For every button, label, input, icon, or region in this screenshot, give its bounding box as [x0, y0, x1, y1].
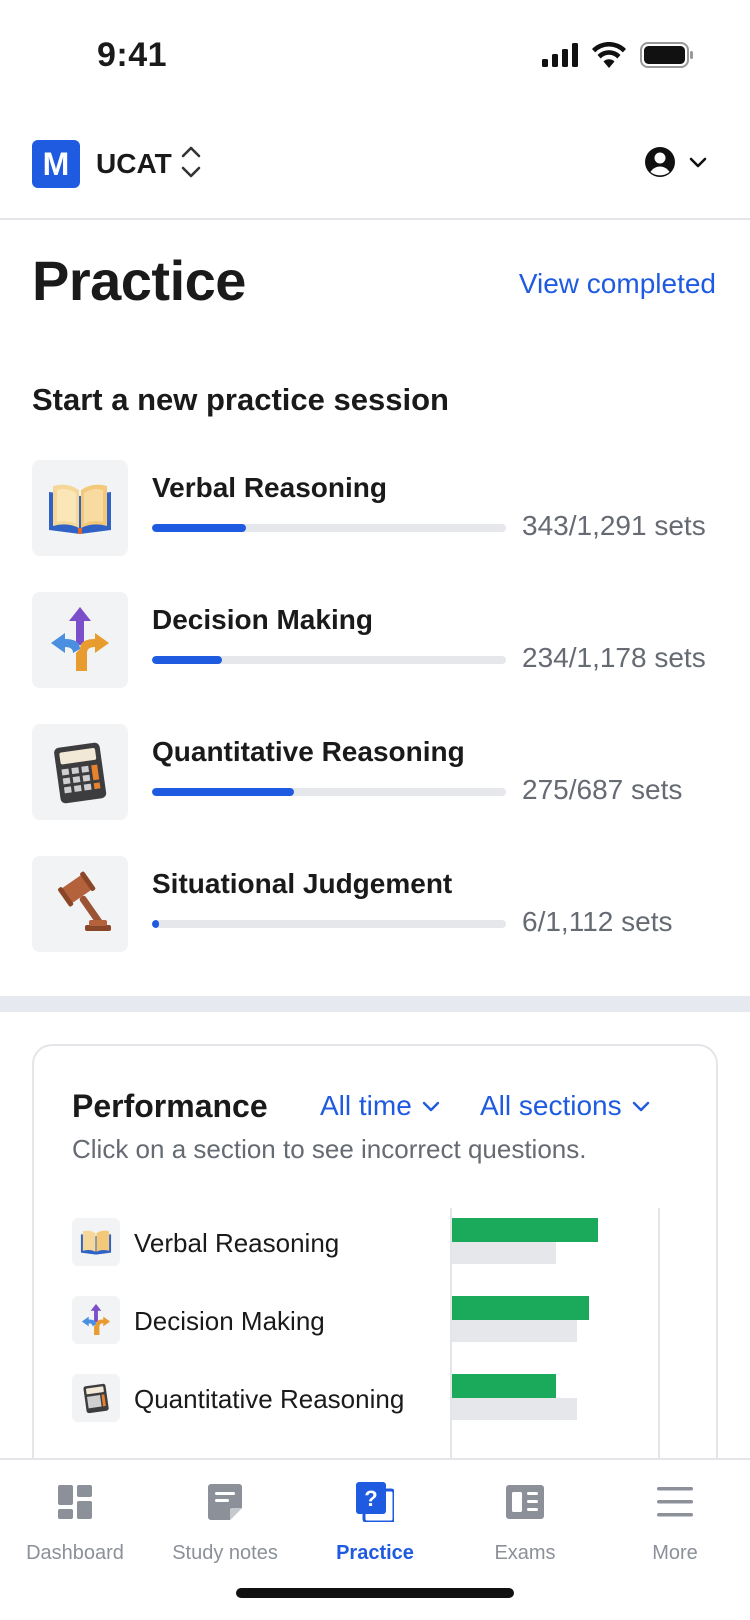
tab-label: Study notes: [172, 1542, 278, 1564]
sets-count: 6/1,112 sets: [522, 906, 673, 937]
tab-label: Practice: [336, 1542, 414, 1564]
view-completed-link[interactable]: View completed: [519, 268, 716, 300]
performance-row-decision-making[interactable]: Decision Making: [72, 1296, 692, 1346]
course-name[interactable]: UCAT: [96, 148, 172, 180]
app-logo: M: [32, 140, 80, 188]
arrows-icon: [32, 592, 128, 688]
tab-dashboard[interactable]: Dashboard: [0, 1460, 150, 1570]
chevron-up-down-icon[interactable]: [180, 144, 202, 180]
section-name: Situational Judgement: [152, 868, 453, 899]
status-time: 9:41: [97, 36, 168, 74]
tab-label: Exams: [494, 1542, 556, 1564]
calculator-icon: [32, 724, 128, 820]
practice-section-situational-judgement[interactable]: Situational Judgement 6/1,112 sets: [32, 856, 722, 952]
progress-fill: [152, 656, 223, 664]
average-bar: [452, 1242, 556, 1264]
section-divider: [0, 996, 750, 1012]
average-bar: [452, 1398, 577, 1420]
tab-exams[interactable]: Exams: [450, 1460, 600, 1570]
gavel-icon: [32, 856, 128, 952]
chevron-down-icon: [689, 157, 707, 168]
performance-section-name: Quantitative Reasoning: [134, 1384, 405, 1414]
exams-icon: [505, 1482, 545, 1522]
time-filter-dropdown[interactable]: All time: [320, 1090, 440, 1122]
book-icon: [32, 460, 128, 556]
chevron-down-icon: [422, 1101, 439, 1112]
progress-bar: [152, 656, 506, 664]
battery-icon: [640, 42, 693, 68]
top-header: M UCAT: [0, 110, 750, 220]
progress-bar: [152, 920, 506, 928]
sets-count: 343/1,291 sets: [522, 510, 706, 541]
section-name: Decision Making: [152, 604, 373, 635]
page-title: Practice: [32, 249, 246, 312]
performance-row-verbal-reasoning[interactable]: Verbal Reasoning: [72, 1218, 692, 1268]
tab-label: More: [652, 1542, 698, 1564]
time-filter-label: All time: [320, 1090, 412, 1121]
practice-section-quantitative-reasoning[interactable]: Quantitative Reasoning 275/687 sets: [32, 724, 722, 820]
calculator-icon: [72, 1374, 120, 1422]
practice-section-decision-making[interactable]: Decision Making 234/1,178 sets: [32, 592, 722, 688]
section-name: Quantitative Reasoning: [152, 736, 465, 767]
progress-bar: [152, 788, 506, 796]
correct-bar: [452, 1218, 598, 1242]
practice-section-verbal-reasoning[interactable]: Verbal Reasoning 343/1,291 sets: [32, 460, 722, 556]
progress-fill: [152, 920, 160, 928]
section-name: Verbal Reasoning: [152, 472, 387, 503]
tab-practice[interactable]: ? Practice: [300, 1460, 450, 1570]
arrows-icon: [72, 1296, 120, 1344]
performance-section-name: Decision Making: [134, 1306, 325, 1336]
notes-icon: [205, 1482, 245, 1522]
progress-bar: [152, 524, 506, 532]
progress-fill: [152, 524, 247, 532]
practice-icon: ?: [355, 1482, 395, 1522]
performance-row-quantitative-reasoning[interactable]: Quantitative Reasoning: [72, 1374, 692, 1424]
performance-hint: Click on a section to see incorrect ques…: [72, 1134, 587, 1164]
new-session-heading: Start a new practice session: [32, 382, 449, 417]
tab-study-notes[interactable]: Study notes: [150, 1460, 300, 1570]
sections-filter-label: All sections: [480, 1090, 622, 1121]
menu-icon: [655, 1482, 695, 1522]
status-icons: [542, 42, 694, 68]
performance-section-name: Verbal Reasoning: [134, 1228, 340, 1258]
svg-text:?: ?: [364, 1486, 377, 1511]
account-menu-button[interactable]: [644, 146, 708, 178]
progress-fill: [152, 788, 294, 796]
correct-bar: [452, 1296, 590, 1320]
chevron-down-icon: [632, 1101, 649, 1112]
book-icon: [72, 1218, 120, 1266]
performance-title: Performance: [72, 1088, 268, 1124]
home-indicator: [236, 1588, 514, 1598]
user-avatar-icon: [645, 147, 675, 177]
sets-count: 234/1,178 sets: [522, 642, 706, 673]
correct-bar: [452, 1374, 556, 1398]
sections-filter-dropdown[interactable]: All sections: [480, 1090, 650, 1122]
tab-label: Dashboard: [26, 1542, 124, 1564]
signal-icon: [542, 43, 578, 67]
dashboard-icon: [55, 1482, 95, 1522]
performance-card: Performance All time All sections Click …: [32, 1044, 718, 1484]
average-bar: [452, 1320, 577, 1342]
sets-count: 275/687 sets: [522, 774, 683, 805]
tab-more[interactable]: More: [600, 1460, 750, 1570]
wifi-icon: [592, 42, 626, 68]
status-bar: 9:41: [0, 0, 750, 110]
